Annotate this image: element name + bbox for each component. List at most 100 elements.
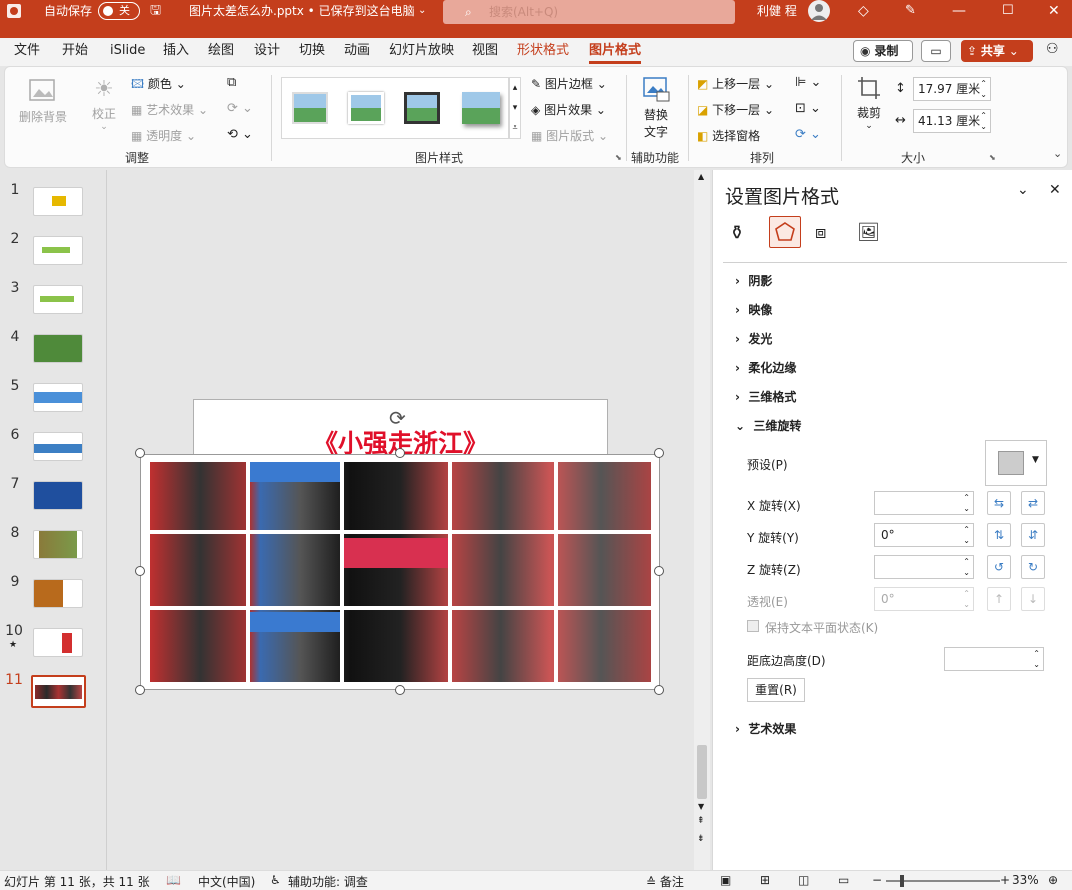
resize-handle[interactable] <box>395 685 405 695</box>
section-soft-edges[interactable]: › 柔化边缘 <box>735 359 796 376</box>
style-thumb[interactable] <box>348 92 384 124</box>
tab-picture-format[interactable]: 图片格式 <box>589 38 642 64</box>
slide-thumbnail[interactable] <box>33 334 83 363</box>
bring-forward-button[interactable]: ◩ 上移一层 ⌄ <box>697 75 774 92</box>
next-slide-icon[interactable]: ⇟ <box>697 834 705 844</box>
z-rotate-counterclockwise-icon[interactable]: ↺ <box>987 555 1011 579</box>
slide-thumbnail[interactable] <box>33 628 83 657</box>
x-rotation-input[interactable]: ⌃ ⌄ <box>874 491 974 515</box>
section-shadow[interactable]: › 阴影 <box>735 272 772 289</box>
tab-draw[interactable]: 绘图 <box>208 38 234 64</box>
slide-thumbnail[interactable] <box>33 383 83 412</box>
style-thumb[interactable] <box>462 92 500 124</box>
z-rotate-clockwise-icon[interactable]: ↻ <box>1021 555 1045 579</box>
vertical-scrollbar[interactable]: ▲ ▼ ⇞ ⇟ <box>694 170 710 870</box>
resize-handle[interactable] <box>135 566 145 576</box>
z-rotation-input[interactable]: ⌃ ⌄ <box>874 555 974 579</box>
section-glow[interactable]: › 发光 <box>735 330 772 347</box>
slide-thumbnail[interactable] <box>33 432 83 461</box>
perspective-input[interactable]: 0° ⌃ ⌄ <box>874 587 974 611</box>
autosave-toggle[interactable]: 关 <box>98 2 140 20</box>
pane-options-icon[interactable]: ⌄ <box>1017 182 1029 198</box>
picture-effects-button[interactable]: ◈ 图片效果 ⌄ <box>531 101 606 118</box>
y-rotation-input[interactable]: 0° ⌃ ⌄ <box>874 523 974 547</box>
resize-handle[interactable] <box>135 685 145 695</box>
resize-handle[interactable] <box>135 448 145 458</box>
corrections-button[interactable]: ☀ 校正 ⌄ <box>87 77 121 132</box>
pen-icon[interactable]: ✎ <box>905 0 916 22</box>
height-input[interactable]: 17.97 厘米 ⌃ ⌄ <box>913 77 991 101</box>
collapse-ribbon-icon[interactable]: ⌄ <box>1053 147 1062 160</box>
size-properties-icon[interactable]: ⧈ <box>815 222 826 243</box>
search-box[interactable]: ⌕ 搜索(Alt+Q) <box>443 0 735 24</box>
perspective-increase-icon[interactable]: ↑ <box>987 587 1011 611</box>
x-rotate-left-icon[interactable]: ⇆ <box>987 491 1011 515</box>
user-name[interactable]: 利健 程 <box>757 0 797 22</box>
dialog-launcher-icon[interactable]: ⬊ <box>615 153 622 162</box>
accessibility-icon[interactable]: ♿ <box>270 873 281 887</box>
section-3d-format[interactable]: › 三维格式 <box>735 388 796 405</box>
tab-insert[interactable]: 插入 <box>163 38 189 64</box>
x-rotate-right-icon[interactable]: ⇄ <box>1021 491 1045 515</box>
tab-shape-format[interactable]: 形状格式 <box>517 38 569 64</box>
zoom-slider-thumb[interactable] <box>900 875 904 887</box>
slide-thumbnail[interactable] <box>33 530 83 559</box>
avatar[interactable] <box>808 0 830 22</box>
slideshow-icon[interactable]: ▭ <box>838 873 849 887</box>
slide-thumbnail[interactable] <box>33 481 83 510</box>
y-rotate-up-icon[interactable]: ⇅ <box>987 523 1011 547</box>
tab-islide[interactable]: iSlide <box>110 38 145 64</box>
compress-pictures-icon[interactable]: ⧉ <box>227 75 236 90</box>
coauthor-icon[interactable]: ⚇ <box>1046 41 1059 57</box>
slide-thumbnail[interactable] <box>33 236 83 265</box>
comment-icon[interactable]: ▭ <box>921 40 951 62</box>
diamond-icon[interactable]: ◇ <box>858 0 869 22</box>
tab-animations[interactable]: 动画 <box>344 38 370 64</box>
resize-handle[interactable] <box>654 566 664 576</box>
tab-design[interactable]: 设计 <box>254 38 280 64</box>
chevron-down-icon[interactable]: ⌄ <box>418 0 426 22</box>
slide-thumbnail[interactable] <box>33 579 83 608</box>
section-reflection[interactable]: › 映像 <box>735 301 772 318</box>
resize-handle[interactable] <box>654 685 664 695</box>
close-pane-icon[interactable]: ✕ <box>1049 182 1061 198</box>
document-title[interactable]: 图片太差怎么办.pptx • 已保存到这台电脑 <box>189 0 415 22</box>
tab-home[interactable]: 开始 <box>62 38 88 64</box>
zoom-in-icon[interactable]: + <box>1000 873 1010 887</box>
section-artistic-effects[interactable]: › 艺术效果 <box>735 720 796 737</box>
y-rotate-down-icon[interactable]: ⇵ <box>1021 523 1045 547</box>
width-input[interactable]: 41.13 厘米 ⌃ ⌄ <box>913 109 991 133</box>
reset-picture-icon[interactable]: ⟲ ⌄ <box>227 127 253 142</box>
minimize-icon[interactable]: — <box>952 0 966 22</box>
effects-tab[interactable] <box>769 216 801 248</box>
alt-text-button[interactable]: 替换 文字 <box>637 75 675 140</box>
save-icon[interactable]: 🖫 <box>150 0 161 22</box>
fill-line-icon[interactable]: ⚱ <box>729 222 745 244</box>
rotate-handle-icon[interactable]: ⟳ <box>389 406 406 430</box>
style-thumb[interactable] <box>404 92 440 124</box>
resize-handle[interactable] <box>395 448 405 458</box>
accessibility-status[interactable]: 辅助功能: 调查 <box>288 873 368 890</box>
section-3d-rotation[interactable]: ⌄ 三维旋转 <box>735 417 801 434</box>
maximize-icon[interactable]: ☐ <box>1002 0 1014 22</box>
resize-handle[interactable] <box>654 448 664 458</box>
reset-button[interactable]: 重置(R) <box>747 678 805 702</box>
send-backward-button[interactable]: ◪ 下移一层 ⌄ <box>697 101 774 118</box>
remove-background-button[interactable]: 删除背景 <box>19 77 67 125</box>
dialog-launcher-icon[interactable]: ⬊ <box>989 153 996 162</box>
close-icon[interactable]: ✕ <box>1048 0 1060 22</box>
fit-slide-icon[interactable]: ⊕ <box>1048 873 1058 887</box>
selection-pane-button[interactable]: ◧ 选择窗格 <box>697 127 760 144</box>
slide-thumbnail[interactable] <box>33 187 83 216</box>
normal-view-icon[interactable]: ▣ <box>720 873 731 887</box>
crop-button[interactable]: 裁剪 ⌄ <box>853 75 885 131</box>
zoom-out-icon[interactable]: − <box>872 873 882 887</box>
picture-border-button[interactable]: ✎ 图片边框 ⌄ <box>531 75 607 92</box>
picture-icon[interactable]: 🖼 <box>857 222 880 243</box>
slide-thumbnail-active[interactable] <box>31 675 86 708</box>
art-effects-button[interactable]: ▦ 艺术效果 ⌄ <box>131 101 208 118</box>
style-thumb[interactable] <box>292 92 328 124</box>
language-indicator[interactable]: 中文(中国) <box>198 873 255 890</box>
share-button[interactable]: ⇪ 共享 ⌄ <box>961 40 1033 62</box>
scroll-thumb[interactable] <box>697 745 707 799</box>
